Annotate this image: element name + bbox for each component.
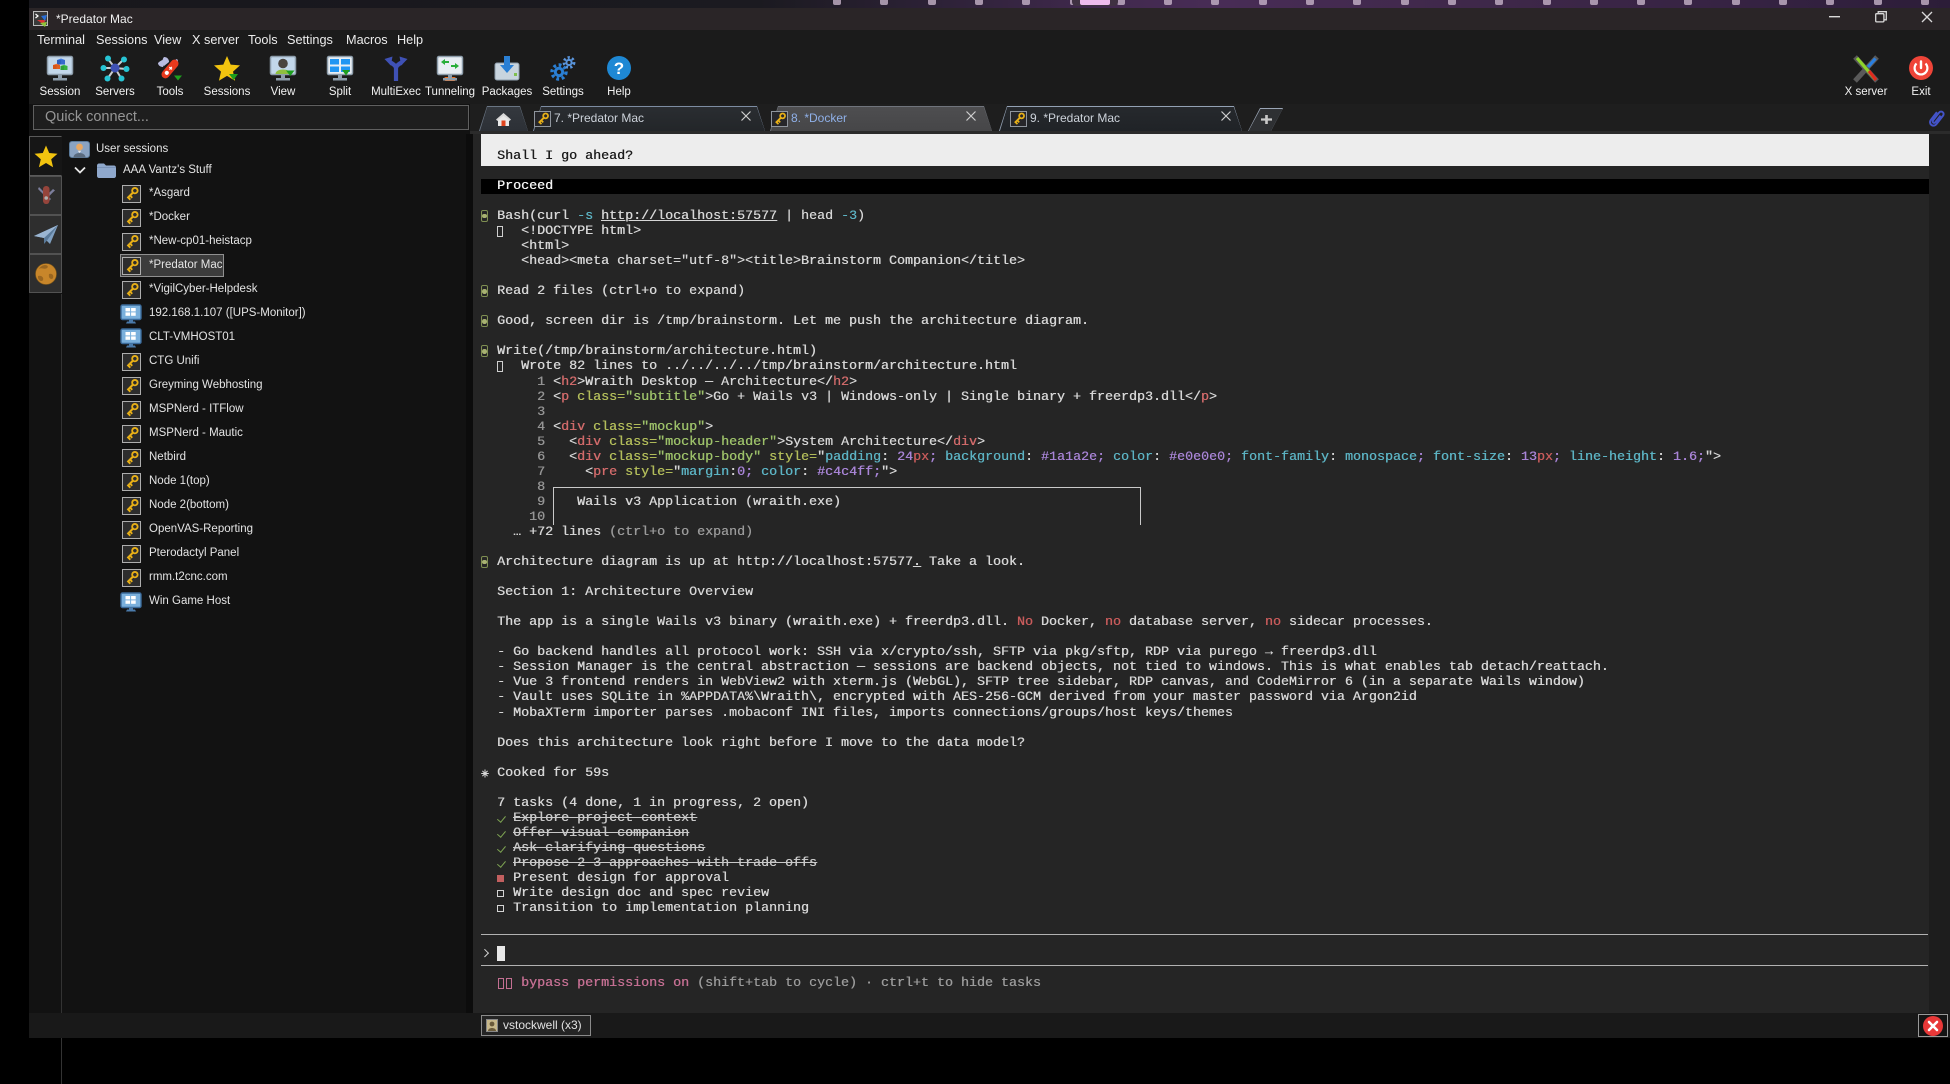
svg-text:?: ? xyxy=(614,59,624,78)
